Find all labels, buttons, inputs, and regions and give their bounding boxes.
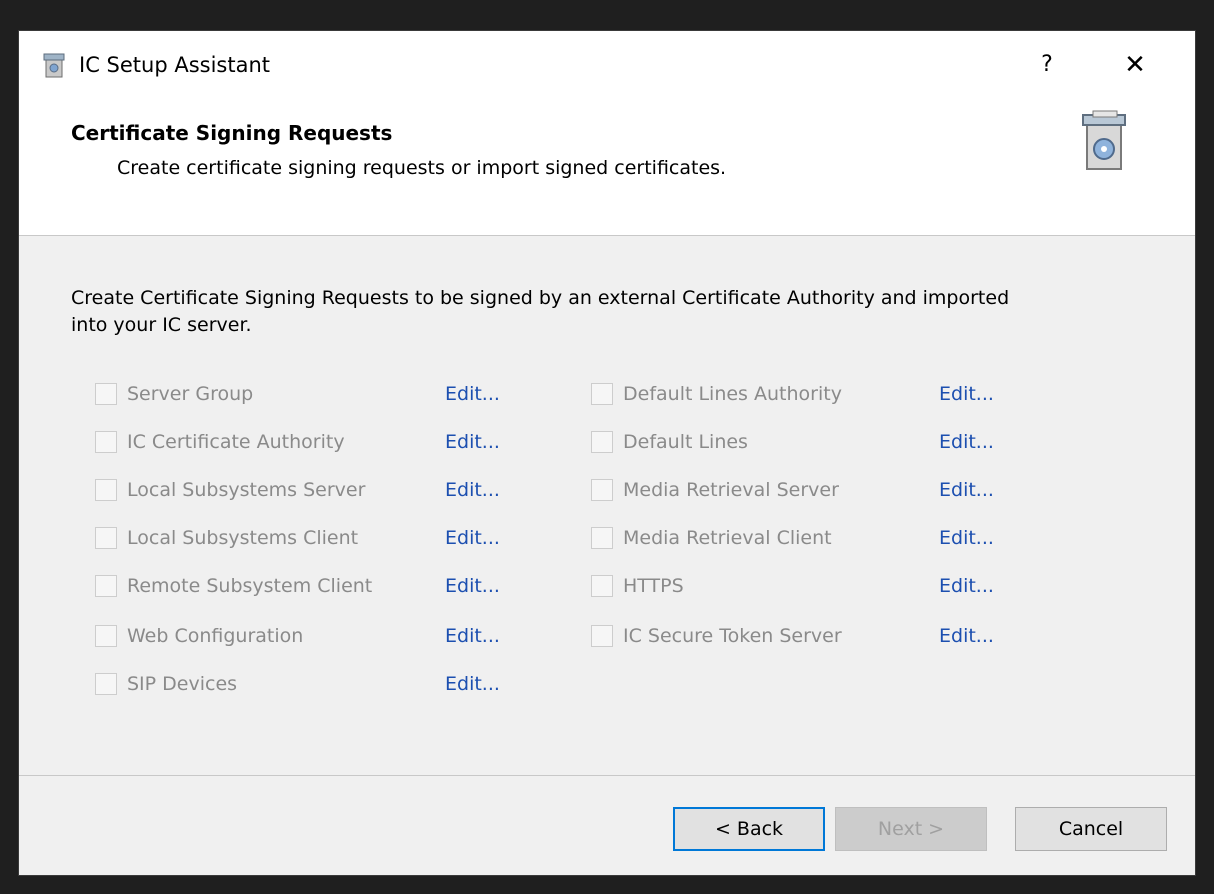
option-https[interactable]: HTTPS	[591, 571, 684, 601]
edit-default-lines-authority-link[interactable]: Edit...	[939, 379, 994, 409]
close-button[interactable]: ✕	[1117, 47, 1153, 83]
option-label: HTTPS	[623, 575, 684, 597]
option-media-retrieval-client[interactable]: Media Retrieval Client	[591, 523, 832, 553]
option-ic-certificate-authority[interactable]: IC Certificate Authority	[95, 427, 345, 457]
option-ic-secure-token-server[interactable]: IC Secure Token Server	[591, 621, 842, 651]
footer-divider	[19, 775, 1195, 776]
edit-local-subsystems-client-link[interactable]: Edit...	[445, 523, 500, 553]
checkbox[interactable]	[95, 673, 117, 695]
checkbox[interactable]	[95, 575, 117, 597]
option-default-lines[interactable]: Default Lines	[591, 427, 748, 457]
option-label: IC Certificate Authority	[127, 431, 345, 453]
option-label: Remote Subsystem Client	[127, 575, 373, 597]
page-title: Certificate Signing Requests	[71, 121, 393, 145]
option-web-configuration[interactable]: Web Configuration	[95, 621, 303, 651]
edit-local-subsystems-server-link[interactable]: Edit...	[445, 475, 500, 505]
checkbox[interactable]	[95, 527, 117, 549]
cancel-button[interactable]: Cancel	[1015, 807, 1167, 851]
help-button[interactable]: ?	[1031, 47, 1063, 83]
option-local-subsystems-client[interactable]: Local Subsystems Client	[95, 523, 358, 553]
checkbox[interactable]	[591, 575, 613, 597]
edit-https-link[interactable]: Edit...	[939, 571, 994, 601]
option-label: Default Lines	[623, 431, 748, 453]
option-server-group[interactable]: Server Group	[95, 379, 253, 409]
option-label: Media Retrieval Server	[623, 479, 839, 501]
option-local-subsystems-server[interactable]: Local Subsystems Server	[95, 475, 365, 505]
checkbox[interactable]	[591, 479, 613, 501]
option-remote-subsystem-client[interactable]: Remote Subsystem Client	[95, 571, 372, 601]
checkbox[interactable]	[95, 431, 117, 453]
option-label: SIP Devices	[127, 673, 238, 695]
dialog-header: IC Setup Assistant ? ✕ Certificate Signi…	[19, 31, 1195, 236]
option-label: Media Retrieval Client	[623, 527, 832, 549]
edit-ic-secure-token-server-link[interactable]: Edit...	[939, 621, 994, 651]
setup-dialog: IC Setup Assistant ? ✕ Certificate Signi…	[18, 30, 1196, 876]
option-label: Local Subsystems Client	[127, 527, 359, 549]
option-default-lines-authority[interactable]: Default Lines Authority	[591, 379, 842, 409]
edit-remote-subsystem-client-link[interactable]: Edit...	[445, 571, 500, 601]
option-label: Local Subsystems Server	[127, 479, 366, 501]
option-media-retrieval-server[interactable]: Media Retrieval Server	[591, 475, 839, 505]
option-sip-devices[interactable]: SIP Devices	[95, 669, 237, 699]
intro-text: Create Certificate Signing Requests to b…	[71, 287, 1010, 336]
checkbox[interactable]	[95, 479, 117, 501]
window-title: IC Setup Assistant	[79, 53, 270, 77]
option-label: Default Lines Authority	[623, 383, 842, 405]
next-button[interactable]: Next >	[835, 807, 987, 851]
checkbox[interactable]	[591, 527, 613, 549]
page-subtitle: Create certificate signing requests or i…	[117, 157, 727, 179]
checkbox[interactable]	[591, 625, 613, 647]
back-button[interactable]: < Back	[673, 807, 825, 851]
setup-box-graphic	[1082, 110, 1126, 170]
setup-assistant-icon	[43, 53, 65, 78]
checkbox[interactable]	[95, 625, 117, 647]
edit-default-lines-link[interactable]: Edit...	[939, 427, 994, 457]
edit-server-group-link[interactable]: Edit...	[445, 379, 500, 409]
checkbox[interactable]	[591, 431, 613, 453]
checkbox[interactable]	[591, 383, 613, 405]
option-label: Web Configuration	[127, 625, 304, 647]
option-label: IC Secure Token Server	[623, 625, 842, 647]
edit-sip-devices-link[interactable]: Edit...	[445, 669, 500, 699]
edit-media-retrieval-client-link[interactable]: Edit...	[939, 523, 994, 553]
edit-media-retrieval-server-link[interactable]: Edit...	[939, 475, 994, 505]
checkbox[interactable]	[95, 383, 117, 405]
edit-ic-certificate-authority-link[interactable]: Edit...	[445, 427, 500, 457]
edit-web-configuration-link[interactable]: Edit...	[445, 621, 500, 651]
option-label: Server Group	[127, 383, 254, 405]
